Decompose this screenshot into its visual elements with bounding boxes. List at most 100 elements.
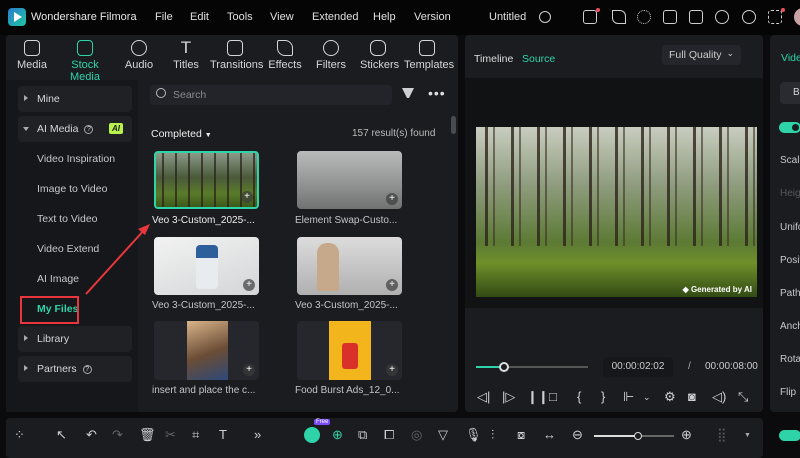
ai-clip-icon[interactable]: ⊕	[332, 427, 343, 443]
help-icon[interactable]: ?	[82, 364, 92, 374]
mark-out-icon[interactable]: }	[601, 389, 605, 404]
tab-audio[interactable]: Audio	[123, 40, 155, 71]
media-item-thumbnail[interactable]: +	[297, 151, 402, 209]
chevron-down-icon[interactable]: ⌄	[643, 392, 651, 403]
tab-media[interactable]: Media	[16, 40, 48, 71]
media-item-thumbnail[interactable]: +	[297, 237, 402, 295]
settings-gear-icon[interactable]: ⚙	[664, 389, 676, 405]
sidebar-item-ai-image[interactable]: AI Image	[37, 273, 79, 285]
templates-icon	[419, 40, 435, 56]
extract-icon[interactable]: ⧉	[358, 427, 367, 443]
zoom-slider-handle[interactable]	[634, 432, 642, 440]
media-item-thumbnail[interactable]: +	[154, 151, 259, 209]
zoom-slider[interactable]	[594, 432, 674, 440]
zoom-in-icon[interactable]: ⊕	[681, 427, 692, 443]
menu-version[interactable]: Version	[414, 11, 451, 23]
redo-icon[interactable]: ↷	[112, 427, 123, 443]
chevron-down-icon[interactable]: ▼	[744, 432, 751, 439]
microphone-icon[interactable]: 🎙	[465, 427, 482, 443]
mark-in-icon[interactable]: {	[577, 389, 581, 404]
undo-icon[interactable]: ↶	[86, 427, 97, 443]
menu-help[interactable]: Help	[373, 11, 396, 23]
tab-timeline[interactable]: Timeline	[474, 53, 513, 65]
tab-source[interactable]: Source	[522, 53, 555, 65]
next-frame-icon[interactable]: |▷	[502, 389, 515, 405]
add-icon[interactable]: +	[386, 193, 398, 205]
sidebar-item-image-to-video[interactable]: Image to Video	[37, 183, 107, 195]
cloud-upload-icon[interactable]	[715, 10, 729, 24]
shield-icon[interactable]: ▽	[438, 427, 448, 443]
apps-grid-icon[interactable]	[768, 10, 782, 24]
media-item-thumbnail[interactable]: +	[154, 237, 259, 295]
ai-copilot-icon[interactable]	[304, 427, 320, 443]
save-icon[interactable]	[689, 10, 703, 24]
tab-video-properties[interactable]: Vide	[781, 52, 800, 64]
basic-button[interactable]: B	[780, 82, 800, 104]
status-filter-dropdown[interactable]: Completed ▼	[151, 128, 212, 140]
zoom-out-icon[interactable]: ⊖	[572, 427, 583, 443]
sidebar-item-video-inspiration[interactable]: Video Inspiration	[37, 153, 115, 165]
tab-stock-media[interactable]: Stock Media	[57, 40, 113, 83]
more-options-icon[interactable]: •••	[428, 85, 446, 101]
text-tool-icon[interactable]: T	[219, 427, 227, 442]
speed-ramp-icon[interactable]: ◎	[411, 427, 422, 443]
tab-titles[interactable]: T Titles	[170, 39, 202, 71]
add-icon[interactable]: +	[243, 364, 255, 376]
menu-edit[interactable]: Edit	[190, 11, 209, 23]
current-time[interactable]: 00:00:02:02	[603, 357, 673, 377]
add-icon[interactable]: +	[386, 279, 398, 291]
pause-icon[interactable]: ❙❙	[527, 389, 549, 405]
sidebar-item-mine[interactable]: Mine	[18, 86, 132, 112]
quality-dropdown[interactable]: Full Quality ⌄	[662, 45, 741, 65]
playback-slider[interactable]	[476, 362, 588, 372]
tab-filters[interactable]: Filters	[315, 40, 347, 71]
volume-icon[interactable]: ◁)	[712, 389, 726, 405]
image-edit-icon[interactable]: ⧠	[384, 427, 394, 443]
send-icon[interactable]	[612, 10, 626, 24]
snapshot-camera-icon[interactable]: ◙	[688, 389, 696, 404]
playhead-handle[interactable]	[499, 362, 509, 372]
audio-mixer-icon[interactable]: ⫶	[491, 427, 494, 443]
layout-grid-icon[interactable]: ⁘	[14, 427, 25, 443]
crop-icon[interactable]: ⌗	[192, 427, 199, 443]
menu-tools[interactable]: Tools	[227, 11, 253, 23]
prop-uniform: Unifo	[780, 222, 800, 233]
add-icon[interactable]: +	[241, 191, 253, 203]
tab-label: Effects	[268, 59, 302, 71]
fullscreen-icon[interactable]: ⤡	[738, 389, 748, 405]
media-item-thumbnail[interactable]: +	[154, 321, 259, 380]
support-headset-icon[interactable]	[742, 10, 756, 24]
search-input[interactable]: Search	[150, 85, 392, 105]
expand-more-icon[interactable]: »	[254, 427, 261, 442]
add-icon[interactable]: +	[243, 279, 255, 291]
delete-icon[interactable]: 🗑	[139, 427, 156, 443]
media-item-thumbnail[interactable]: +	[297, 321, 402, 380]
add-icon[interactable]: +	[386, 364, 398, 376]
sidebar-item-library[interactable]: Library	[18, 326, 132, 352]
fit-timeline-icon[interactable]: ↔	[543, 427, 556, 442]
scrollbar[interactable]	[451, 116, 456, 134]
select-pointer-icon[interactable]: ↖	[56, 427, 67, 443]
insert-clip-icon[interactable]: ⊩	[623, 389, 634, 405]
sidebar-item-partners[interactable]: Partners?	[18, 356, 132, 382]
menu-view[interactable]: View	[270, 11, 294, 23]
transform-toggle[interactable]	[779, 122, 800, 133]
track-height-icon[interactable]: ⣿	[717, 427, 727, 443]
cut-scissors-icon[interactable]: ✂	[165, 427, 176, 443]
preview-render-icon[interactable]: ⧇	[517, 427, 525, 443]
help-icon[interactable]: ?	[84, 124, 94, 134]
filter-icon[interactable]	[402, 88, 414, 98]
menu-file[interactable]: File	[155, 11, 173, 23]
prev-frame-icon[interactable]: ◁|	[477, 389, 490, 405]
gift-icon[interactable]	[583, 10, 597, 24]
stop-icon[interactable]: □	[549, 389, 557, 404]
menu-extended[interactable]: Extended	[312, 11, 358, 23]
layout-icon[interactable]	[663, 10, 677, 24]
sidebar-item-ai-media[interactable]: AI Media? AI	[18, 116, 132, 142]
avatar[interactable]	[794, 8, 800, 26]
tab-stickers[interactable]: Stickers	[360, 40, 399, 71]
track-toggle[interactable]	[779, 430, 800, 441]
tab-effects[interactable]: Effects	[268, 40, 302, 71]
tab-transitions[interactable]: Transitions	[210, 40, 263, 71]
tab-templates[interactable]: Templates	[404, 40, 454, 71]
